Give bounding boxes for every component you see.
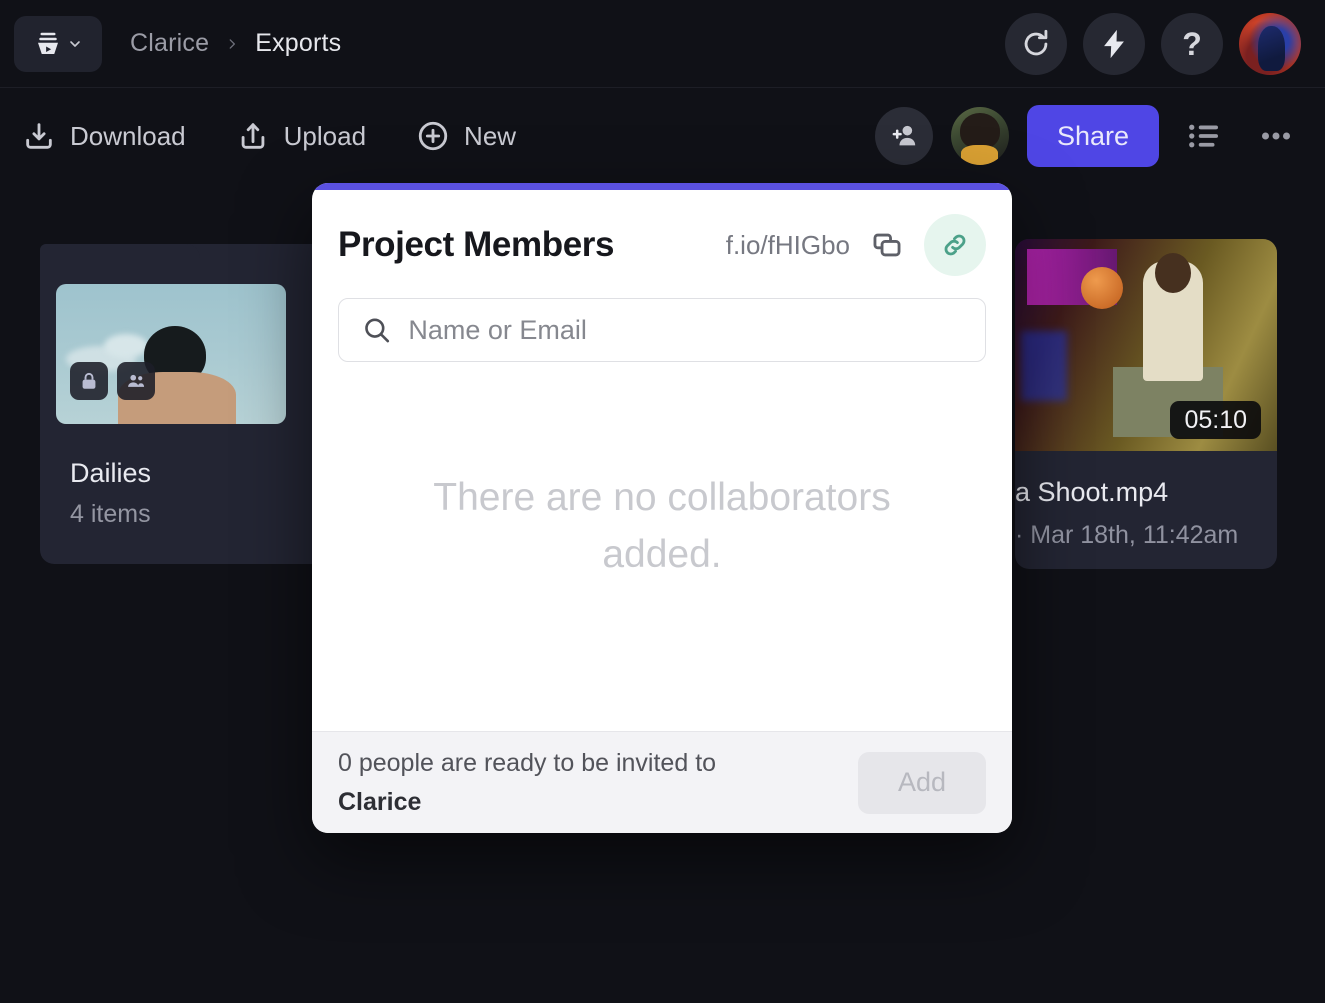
breadcrumb-parent[interactable]: Clarice	[130, 29, 209, 58]
get-link-button[interactable]	[924, 214, 986, 276]
decor-figure-head	[1155, 253, 1191, 293]
copy-icon	[870, 228, 904, 262]
dialog-header: Project Members f.io/fHIGbo	[312, 190, 1012, 280]
app-window: Clarice Exports ?	[0, 0, 1325, 1003]
link-icon	[939, 229, 971, 261]
invite-summary-project: Clarice	[338, 788, 421, 816]
question-mark-icon: ?	[1182, 28, 1202, 60]
upload-label: Upload	[284, 121, 366, 152]
breadcrumb: Clarice Exports	[130, 29, 341, 58]
project-logo-icon	[33, 29, 63, 59]
project-switcher-button[interactable]	[14, 16, 102, 72]
card-subtitle: · Mar 18th, 11:42am	[1015, 521, 1238, 550]
upload-button[interactable]: Upload	[236, 119, 366, 153]
dialog-title: Project Members	[338, 225, 614, 265]
action-toolbar: Download Upload New	[0, 89, 1325, 183]
invite-summary: 0 people are ready to be invited to Clar…	[338, 744, 716, 822]
share-button[interactable]: Share	[1027, 105, 1159, 167]
card-subtitle: 4 items	[70, 500, 151, 529]
invite-summary-message: 0 people are ready to be invited to	[338, 749, 716, 777]
lightning-bolt-icon	[1097, 27, 1131, 61]
dialog-footer: 0 people are ready to be invited to Clar…	[312, 731, 1012, 833]
add-person-icon	[888, 120, 920, 152]
status-badge[interactable]	[70, 362, 108, 400]
empty-state-text: There are no collaborators added.	[427, 470, 897, 583]
help-button[interactable]: ?	[1161, 13, 1223, 75]
more-horizontal-icon	[1255, 115, 1297, 157]
refresh-button[interactable]	[1005, 13, 1067, 75]
share-url[interactable]: f.io/fHIGbo	[726, 230, 850, 261]
search-icon	[361, 313, 392, 347]
download-button[interactable]: Download	[22, 119, 186, 153]
download-label: Download	[70, 121, 186, 152]
list-view-icon	[1183, 115, 1225, 157]
avatar[interactable]	[1239, 13, 1301, 75]
empty-state: There are no collaborators added.	[312, 362, 1012, 692]
add-button[interactable]: Add	[858, 752, 986, 814]
folder-badges	[70, 362, 155, 400]
new-label: New	[464, 121, 516, 152]
decor-cloud	[104, 334, 148, 358]
search-box[interactable]	[338, 298, 986, 362]
folder-tab	[40, 244, 200, 266]
project-members-dialog: Project Members f.io/fHIGbo	[312, 183, 1012, 833]
top-bar-actions: ?	[1005, 13, 1301, 75]
list-view-button[interactable]	[1177, 109, 1231, 163]
shared-people-icon	[125, 370, 147, 392]
card-title: a Shoot.mp4	[1015, 477, 1168, 508]
duration-badge: 05:10	[1170, 401, 1261, 439]
copy-link-button[interactable]	[870, 228, 904, 262]
folder-thumbnail	[56, 284, 286, 424]
top-bar: Clarice Exports ?	[0, 0, 1325, 88]
search-input[interactable]	[408, 315, 963, 346]
status-badge[interactable]	[117, 362, 155, 400]
plus-circle-icon	[416, 119, 450, 153]
decor-basketball	[1081, 267, 1123, 309]
search-section	[312, 280, 1012, 362]
upload-icon	[236, 119, 270, 153]
breadcrumb-current[interactable]: Exports	[255, 29, 341, 58]
refresh-icon	[1019, 27, 1053, 61]
add-person-button[interactable]	[875, 107, 933, 165]
card-title: Dailies	[70, 458, 151, 489]
video-card[interactable]: 05:10 a Shoot.mp4 · Mar 18th, 11:42am	[1015, 239, 1277, 569]
video-thumbnail: 05:10	[1015, 239, 1277, 451]
decor-neon	[1021, 331, 1067, 401]
toolbar-right-actions: Share	[875, 105, 1303, 167]
new-button[interactable]: New	[416, 119, 516, 153]
chevron-right-icon	[225, 34, 239, 54]
share-link-group: f.io/fHIGbo	[726, 214, 986, 276]
dialog-accent-bar	[312, 183, 1012, 190]
collaborator-avatar[interactable]	[951, 107, 1009, 165]
chevron-down-icon	[67, 36, 83, 52]
download-icon	[22, 119, 56, 153]
lock-icon	[78, 370, 100, 392]
activity-button[interactable]	[1083, 13, 1145, 75]
more-options-button[interactable]	[1249, 109, 1303, 163]
